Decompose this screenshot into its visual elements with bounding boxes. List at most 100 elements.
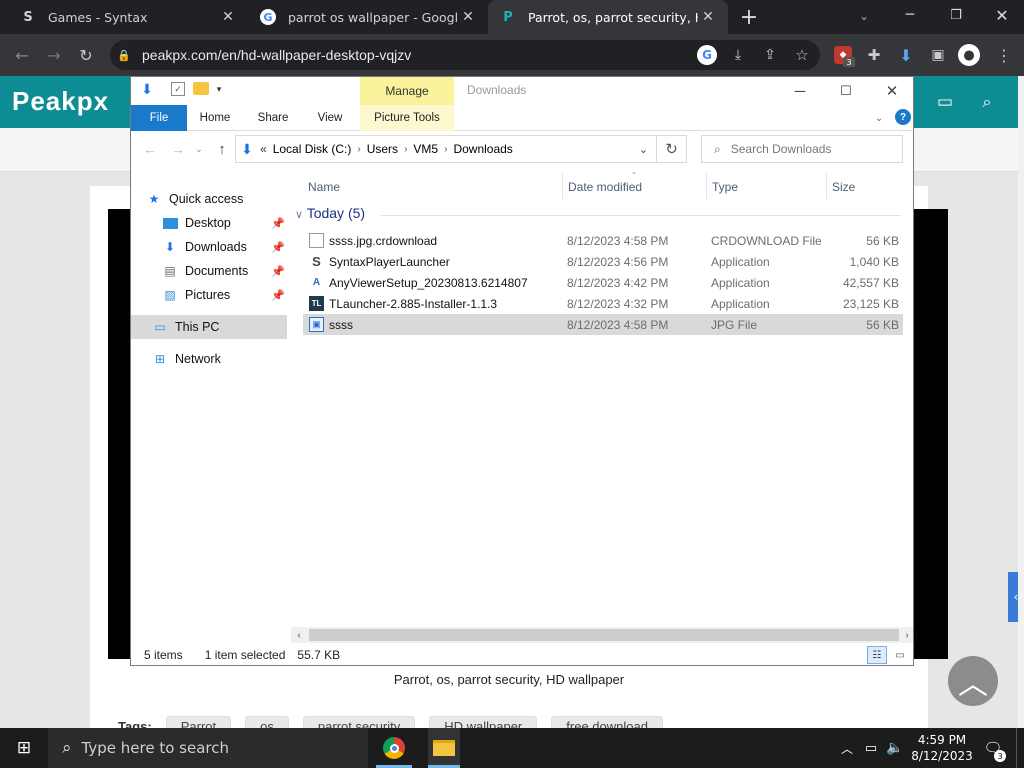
bookmark-star-icon[interactable]: ☆ (788, 41, 816, 69)
address-breadcrumb[interactable]: ⬇ « Local Disk (C:) › Users › VM5 › Down… (235, 135, 657, 163)
google-lens-icon[interactable]: G (697, 45, 717, 65)
downloads-icon[interactable]: ⬇ (892, 41, 920, 69)
file-row[interactable]: A AnyViewerSetup_20230813.6214807 8/12/2… (303, 272, 903, 293)
site-logo[interactable]: Peakpx (12, 86, 109, 117)
tab-home[interactable]: Home (189, 105, 241, 131)
url-text[interactable]: peakpx.com/en/hd-wallpaper-desktop-vqjzv (142, 47, 411, 63)
show-desktop-button[interactable] (1016, 728, 1024, 768)
up-arrow-icon[interactable]: ↑ (213, 139, 231, 159)
column-name[interactable]: Name (308, 177, 340, 197)
close-tab-icon[interactable]: ✕ (698, 7, 718, 27)
tab-picture-tools[interactable]: Picture Tools (360, 105, 454, 131)
crumb-vm5[interactable]: VM5 (413, 142, 438, 156)
side-panel-icon[interactable]: ▣ (924, 41, 952, 69)
file-row[interactable]: TL TLauncher-2.885-Installer-1.1.3 8/12/… (303, 293, 903, 314)
column-size[interactable]: Size (832, 177, 855, 197)
nav-quick-access[interactable]: ★ Quick access (145, 187, 300, 211)
refresh-icon[interactable]: ↻ (657, 135, 687, 163)
reload-icon[interactable]: ↻ (72, 41, 100, 69)
close-tab-icon[interactable]: ✕ (458, 7, 478, 27)
tag-chip[interactable]: Parrot (165, 715, 232, 728)
column-divider[interactable] (562, 173, 563, 199)
taskbar-search-box[interactable]: ⌕ Type here to search (48, 728, 368, 768)
site-search-icon[interactable]: ⌕ (974, 89, 1000, 115)
tab-search-icon[interactable]: ⌄ (850, 4, 878, 28)
close-tab-icon[interactable]: ✕ (218, 7, 238, 27)
close-window-icon[interactable]: ✕ (988, 2, 1016, 28)
start-button[interactable]: ⊞ (0, 728, 48, 768)
pin-icon[interactable]: 📌 (271, 289, 285, 302)
tab-file[interactable]: File (131, 105, 187, 131)
scroll-right-icon[interactable]: › (901, 629, 913, 641)
tab-google-search[interactable]: G parrot os wallpaper - Google Sea ✕ (248, 0, 488, 34)
share-icon[interactable]: ⇪ (756, 41, 784, 69)
properties-check-icon[interactable]: ✓ (171, 82, 185, 96)
tab-share[interactable]: Share (247, 105, 299, 131)
volume-icon[interactable]: 🔈 (884, 728, 906, 768)
tag-chip[interactable]: parrot security (302, 715, 416, 728)
nav-this-pc[interactable]: ▭ This PC (131, 315, 287, 339)
column-type[interactable]: Type (712, 177, 738, 197)
nav-pictures[interactable]: ▨ Pictures (161, 283, 316, 307)
forward-arrow-icon[interactable]: → (40, 41, 68, 69)
recent-locations-icon[interactable]: ⌄ (193, 139, 205, 159)
details-view-icon[interactable]: ☷ (867, 646, 887, 664)
new-tab-button[interactable]: + (736, 4, 762, 30)
help-icon[interactable]: ? (895, 109, 911, 125)
tab-view[interactable]: View (305, 105, 355, 131)
file-row-selected[interactable]: ▣ ssss 8/12/2023 4:58 PM JPG File 56 KB (303, 314, 903, 335)
profile-avatar-icon[interactable]: ● (958, 44, 980, 66)
minimize-window-icon[interactable]: ─ (896, 2, 924, 28)
file-row[interactable]: S SyntaxPlayerLauncher 8/12/2023 4:56 PM… (303, 251, 903, 272)
new-folder-icon[interactable] (193, 82, 209, 95)
tag-chip[interactable]: HD wallpaper (429, 715, 538, 728)
manage-contextual-tab[interactable]: Manage (360, 77, 454, 105)
clock[interactable]: 4:59 PM 8/12/2023 (910, 728, 974, 768)
nav-back-icon[interactable]: ← (141, 139, 159, 159)
scroll-to-top-button[interactable]: ︿ (948, 656, 998, 706)
file-row[interactable]: ssss.jpg.crdownload 8/12/2023 4:58 PM CR… (303, 230, 903, 251)
crumb-users[interactable]: Users (367, 142, 398, 156)
file-explorer-taskbar-icon[interactable] (428, 728, 460, 768)
chrome-taskbar-icon[interactable] (380, 734, 408, 762)
page-scrollbar[interactable] (1018, 76, 1024, 728)
explorer-minimize-icon[interactable]: ─ (777, 77, 823, 105)
address-dropdown-icon[interactable]: ⌄ (639, 143, 648, 156)
column-divider[interactable] (706, 173, 707, 199)
column-divider[interactable] (826, 173, 827, 199)
menu-kebab-icon[interactable]: ⋮ (990, 41, 1018, 69)
tab-games-syntax[interactable]: S Games - Syntax ✕ (8, 0, 248, 34)
tab-peakpx-active[interactable]: P Parrot, os, parrot security, HD wa ✕ (488, 0, 728, 34)
crumb-downloads[interactable]: Downloads (453, 142, 512, 156)
explorer-close-icon[interactable]: ✕ (869, 77, 913, 105)
notifications-icon[interactable]: 🗨 (980, 728, 1006, 768)
nav-documents[interactable]: ▤ Documents (161, 259, 316, 283)
desktop-filter-icon[interactable]: ▭ (932, 89, 958, 115)
restore-window-icon[interactable]: ❐ (942, 2, 970, 28)
nav-network[interactable]: ⊞ Network (151, 347, 306, 371)
pin-icon[interactable]: 📌 (271, 241, 285, 254)
lock-icon[interactable]: 🔒 (116, 47, 132, 63)
tag-chip[interactable]: free download (551, 715, 663, 728)
overflow-chevron-icon[interactable]: « (260, 142, 267, 156)
group-header-today[interactable]: ∨ Today (5) (295, 205, 365, 221)
show-hidden-icons-chevron-icon[interactable]: ︿ (838, 728, 856, 768)
tag-chip[interactable]: os (245, 715, 289, 728)
explorer-maximize-icon[interactable]: ☐ (823, 77, 869, 105)
nav-downloads[interactable]: ⬇ Downloads (161, 235, 316, 259)
search-downloads-input[interactable]: ⌕ Search Downloads (701, 135, 903, 163)
nav-desktop[interactable]: Desktop (161, 211, 316, 235)
column-date-modified[interactable]: Date modified (568, 177, 642, 197)
scrollbar-thumb[interactable] (309, 629, 899, 641)
install-app-icon[interactable]: ⤓ (724, 41, 752, 69)
quick-access-dropdown-icon[interactable]: ▾ (213, 82, 225, 96)
back-arrow-icon[interactable]: ← (8, 41, 36, 69)
scroll-left-icon[interactable]: ‹ (293, 629, 305, 641)
pin-icon[interactable]: 📌 (271, 265, 285, 278)
nav-forward-icon[interactable]: → (169, 139, 187, 159)
large-icons-view-icon[interactable]: ▭ (891, 646, 909, 664)
pin-icon[interactable]: 📌 (271, 217, 285, 230)
ribbon-expand-icon[interactable]: ⌄ (871, 110, 887, 126)
extensions-puzzle-icon[interactable]: ✚ (860, 41, 888, 69)
network-tray-icon[interactable]: ▭ (860, 728, 882, 768)
